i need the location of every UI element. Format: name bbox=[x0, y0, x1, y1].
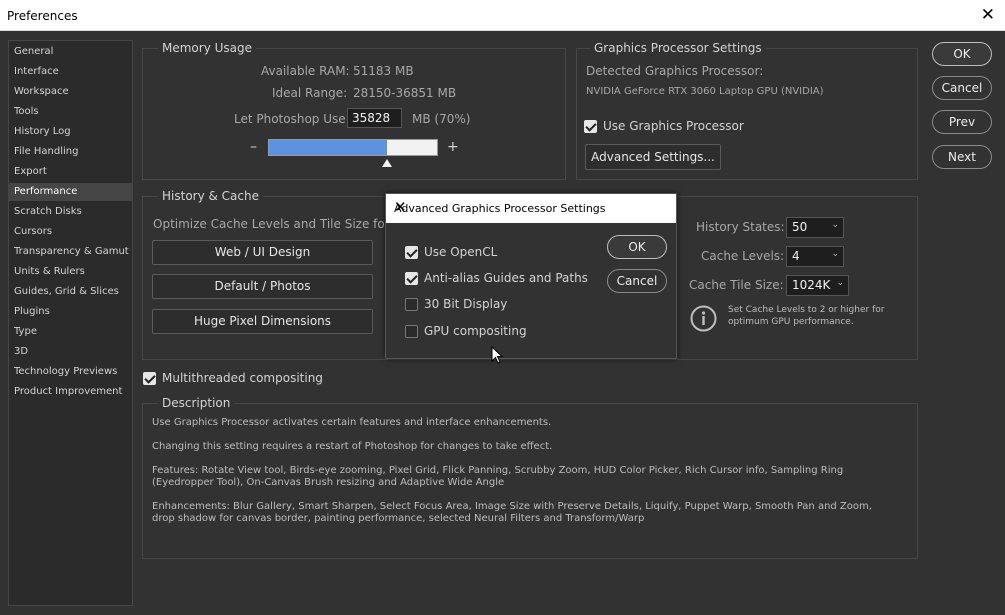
history-states-label: History States: bbox=[696, 220, 785, 234]
anti-alias-label: Anti-alias Guides and Paths bbox=[424, 271, 588, 285]
memory-slider-fill bbox=[269, 140, 387, 155]
dialog-ok-button[interactable]: OK bbox=[607, 235, 667, 259]
description-title: Description bbox=[158, 396, 235, 410]
advanced-settings-button[interactable]: Advanced Settings... bbox=[585, 144, 721, 170]
chevron-down-icon: ⌄ bbox=[831, 220, 839, 230]
sidebar-item-tools[interactable]: Tools bbox=[9, 103, 132, 121]
description-p4: Enhancements: Blur Gallery, Smart Sharpe… bbox=[152, 501, 872, 524]
available-ram-value: 51183 MB bbox=[353, 64, 414, 78]
available-ram-label: Available RAM: bbox=[261, 64, 350, 78]
multithreaded-checkbox[interactable] bbox=[143, 372, 156, 385]
sidebar-item-transparency-gamut[interactable]: Transparency & Gamut bbox=[9, 243, 132, 261]
detected-gpu-value: NVIDIA GeForce RTX 3060 Laptop GPU (NVID… bbox=[586, 86, 824, 97]
detected-gpu-label: Detected Graphics Processor: bbox=[586, 64, 764, 78]
chevron-down-icon: ⌄ bbox=[831, 249, 839, 259]
sidebar-item-plugins[interactable]: Plugins bbox=[9, 303, 132, 321]
history-states-select[interactable]: 50 ⌄ bbox=[786, 217, 844, 238]
ideal-range-label: Ideal Range: bbox=[272, 86, 348, 100]
sidebar-item-interface[interactable]: Interface bbox=[9, 63, 132, 81]
default-photos-button[interactable]: Default / Photos bbox=[152, 274, 373, 299]
sidebar-item-file-handling[interactable]: File Handling bbox=[9, 143, 132, 161]
history-states-value: 50 bbox=[792, 220, 808, 234]
sidebar-item-technology-previews[interactable]: Technology Previews bbox=[9, 363, 132, 381]
ideal-range-value: 28150-36851 MB bbox=[353, 86, 457, 100]
memory-input[interactable]: 35828 bbox=[347, 108, 402, 128]
optimize-label: Optimize Cache Levels and Tile Size for: bbox=[153, 217, 394, 231]
prev-button[interactable]: Prev bbox=[932, 110, 992, 134]
web-ui-design-button[interactable]: Web / UI Design bbox=[152, 240, 373, 265]
memory-usage-title: Memory Usage bbox=[158, 41, 257, 55]
dialog-cancel-button[interactable]: Cancel bbox=[607, 269, 667, 293]
cache-tile-size-label: Cache Tile Size: bbox=[689, 278, 784, 292]
cache-info-text: Set Cache Levels to 2 or higher for opti… bbox=[728, 305, 885, 327]
memory-slider-track[interactable] bbox=[268, 139, 438, 156]
use-opencl-checkbox[interactable] bbox=[405, 246, 418, 259]
sidebar-item-product-improvement[interactable]: Product Improvement bbox=[9, 383, 132, 401]
30-bit-display-label: 30 Bit Display bbox=[424, 297, 508, 311]
chevron-down-icon: ⌄ bbox=[836, 278, 844, 288]
dialog-close-icon[interactable]: ✕ bbox=[394, 198, 667, 216]
sidebar-item-3d[interactable]: 3D bbox=[9, 343, 132, 361]
close-icon[interactable]: ✕ bbox=[981, 5, 995, 25]
description-p3: Features: Rotate View tool, Birds-eye zo… bbox=[152, 465, 844, 488]
gpu-compositing-checkbox[interactable] bbox=[405, 325, 418, 338]
dialog-title-bar: Advanced Graphics Processor Settings ✕ bbox=[386, 194, 676, 223]
gpu-panel-title: Graphics Processor Settings bbox=[590, 41, 766, 55]
memory-unit: MB (70%) bbox=[412, 112, 471, 126]
30-bit-display-checkbox[interactable] bbox=[405, 298, 418, 311]
cache-levels-label: Cache Levels: bbox=[701, 249, 785, 263]
title-bar: Preferences ✕ bbox=[0, 0, 1005, 31]
description-panel: Use Graphics Processor activates certain… bbox=[142, 403, 918, 559]
sidebar-item-performance[interactable]: Performance bbox=[9, 183, 132, 201]
sidebar: General Interface Workspace Tools Histor… bbox=[8, 40, 133, 606]
sidebar-item-history-log[interactable]: History Log bbox=[9, 123, 132, 141]
plus-button[interactable]: + bbox=[447, 139, 459, 155]
sidebar-item-workspace[interactable]: Workspace bbox=[9, 83, 132, 101]
use-gpu-checkbox[interactable] bbox=[584, 120, 597, 133]
description-p1: Use Graphics Processor activates certain… bbox=[152, 417, 552, 428]
gpu-compositing-label: GPU compositing bbox=[424, 324, 527, 338]
history-cache-title: History & Cache bbox=[158, 189, 263, 203]
cache-levels-value: 4 bbox=[792, 249, 800, 263]
memory-slider-thumb[interactable] bbox=[382, 159, 392, 167]
advanced-gpu-dialog: Advanced Graphics Processor Settings ✕ U… bbox=[385, 193, 677, 359]
multithreaded-label: Multithreaded compositing bbox=[162, 371, 323, 385]
ok-button[interactable]: OK bbox=[932, 42, 992, 66]
cache-tile-size-value: 1024K bbox=[792, 278, 831, 292]
sidebar-item-guides-grid-slices[interactable]: Guides, Grid & Slices bbox=[9, 283, 132, 301]
let-photoshop-use-label: Let Photoshop Use: bbox=[234, 112, 350, 126]
use-opencl-label: Use OpenCL bbox=[424, 245, 498, 259]
cache-tile-size-select[interactable]: 1024K ⌄ bbox=[786, 275, 849, 296]
sidebar-item-general[interactable]: General bbox=[9, 43, 132, 61]
window-title: Preferences bbox=[7, 9, 78, 23]
minus-button[interactable]: – bbox=[250, 139, 257, 155]
sidebar-item-type[interactable]: Type bbox=[9, 323, 132, 341]
sidebar-item-units-rulers[interactable]: Units & Rulers bbox=[9, 263, 132, 281]
mouse-cursor-icon bbox=[491, 346, 503, 364]
next-button[interactable]: Next bbox=[932, 145, 992, 169]
sidebar-item-cursors[interactable]: Cursors bbox=[9, 223, 132, 241]
sidebar-item-export[interactable]: Export bbox=[9, 163, 132, 181]
sidebar-item-scratch-disks[interactable]: Scratch Disks bbox=[9, 203, 132, 221]
description-p2: Changing this setting requires a restart… bbox=[152, 441, 553, 452]
cache-levels-select[interactable]: 4 ⌄ bbox=[786, 246, 844, 267]
huge-pixel-button[interactable]: Huge Pixel Dimensions bbox=[152, 309, 373, 334]
cancel-button[interactable]: Cancel bbox=[932, 76, 992, 100]
anti-alias-checkbox[interactable] bbox=[405, 272, 418, 285]
use-gpu-label: Use Graphics Processor bbox=[603, 119, 744, 133]
info-icon bbox=[690, 305, 717, 332]
